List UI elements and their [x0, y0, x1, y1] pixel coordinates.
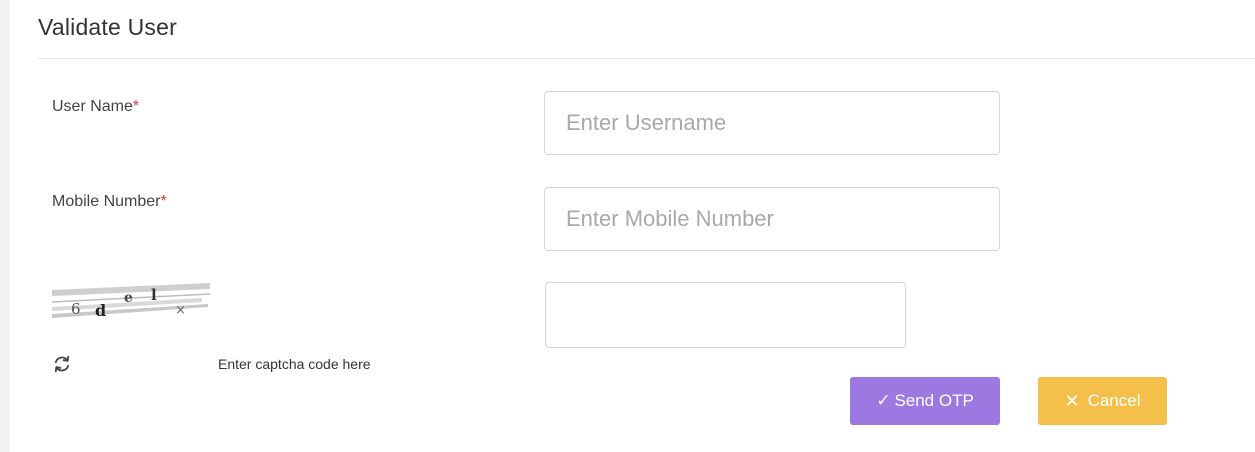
cancel-label: Cancel [1087, 391, 1141, 410]
mobile-label: Mobile Number* [52, 193, 167, 211]
refresh-icon[interactable] [52, 354, 72, 374]
send-otp-label: Send OTP [894, 391, 974, 410]
required-mark: * [132, 98, 140, 115]
send-otp-button[interactable]: ✓ Send OTP [850, 377, 1000, 425]
required-mark: * [160, 193, 167, 210]
username-label: User Name* [52, 98, 139, 116]
check-icon: ✓ [876, 391, 891, 410]
page-title: Validate User [38, 14, 177, 40]
captcha-hint: Enter captcha code here [218, 356, 371, 372]
cancel-button[interactable]: ✕ Cancel [1038, 377, 1167, 425]
captcha-char: d [95, 301, 106, 320]
username-input[interactable] [544, 91, 1000, 155]
captcha-char: × [175, 303, 186, 318]
title-divider [38, 58, 1255, 59]
captcha-image: 6 d e l × [52, 280, 210, 324]
captcha-input[interactable] [545, 282, 906, 348]
mobile-label-text: Mobile Number [52, 193, 161, 210]
username-label-text: User Name [52, 98, 133, 115]
validate-user-page: Validate User User Name* Mobile Number* … [0, 0, 1255, 452]
captcha-char: 6 [71, 300, 81, 318]
close-icon: ✕ [1064, 390, 1080, 411]
left-rail [0, 0, 10, 452]
captcha-char: l [151, 286, 157, 304]
captcha-char: e [124, 290, 133, 306]
mobile-input[interactable] [544, 187, 1000, 251]
